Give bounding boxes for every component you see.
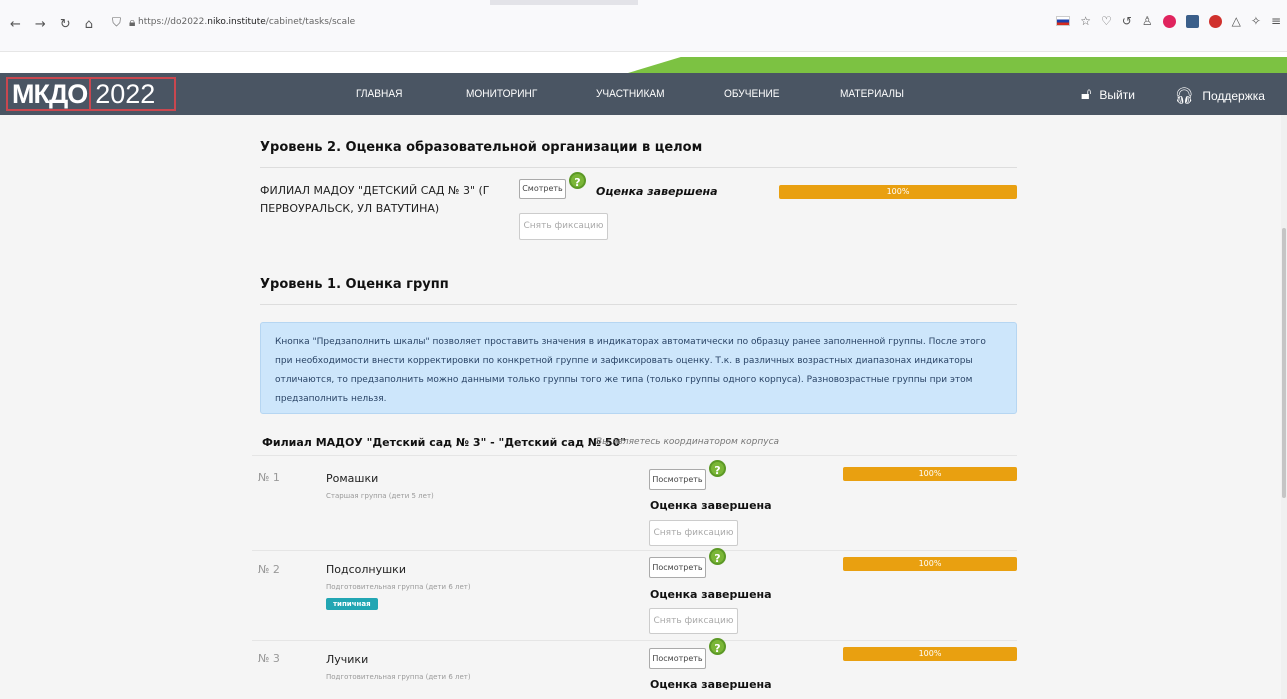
group-subtitle: Подготовительная группа (дети 6 лет) (326, 583, 471, 591)
unfix-group-button[interactable]: Снять фиксацию (649, 608, 738, 634)
view-group-button[interactable]: Посмотреть (649, 648, 706, 669)
home-icon[interactable]: ⌂ (85, 17, 93, 32)
divider (260, 167, 1017, 168)
pocket-icon[interactable]: ♡ (1101, 14, 1112, 28)
view-group-button[interactable]: Посмотреть (649, 557, 706, 578)
extensions-icon[interactable]: ✧ (1251, 14, 1261, 28)
url-domain: niko.institute (207, 17, 266, 27)
nav-monitoring[interactable]: МОНИТОРИНГ (466, 88, 537, 100)
unfix-org-button[interactable]: Снять фиксацию (519, 213, 608, 240)
logout-label: Выйти (1099, 88, 1135, 102)
browser-nav-buttons: ← → ↻ ⌂ (10, 17, 93, 32)
nav-participants[interactable]: УЧАСТНИКАМ (596, 88, 665, 100)
row-divider (252, 640, 1017, 641)
reload-icon[interactable]: ↻ (60, 17, 71, 32)
org-name: ФИЛИАЛ МАДОУ "ДЕТСКИЙ САД № 3" (Г ПЕРВОУ… (260, 184, 490, 215)
adblock-icon[interactable] (1208, 14, 1222, 28)
unfix-group-button[interactable]: Снять фиксацию (649, 520, 738, 546)
address-bar[interactable]: https://do2022.niko.institute/cabinet/ta… (138, 17, 355, 27)
org-status: Оценка завершена (596, 185, 718, 198)
group-status: Оценка завершена (650, 499, 772, 512)
browser-tab-strip (490, 0, 638, 5)
divider (260, 304, 1017, 305)
support-label: Поддержка (1202, 89, 1265, 103)
extension-red-icon[interactable] (1162, 14, 1176, 28)
group-progress-bar: 100% (843, 467, 1017, 481)
group-number: № 2 (258, 563, 280, 576)
scrollbar-thumb[interactable] (1282, 228, 1286, 498)
group-number: № 3 (258, 652, 280, 665)
russian-flag-icon[interactable] (1056, 16, 1071, 26)
support-link[interactable]: 🎧︎ Поддержка (1174, 86, 1265, 106)
browser-extension-icons: ☆ ♡ ↺ ♙ △ ✧ ≡ (1056, 14, 1281, 28)
shield-icon[interactable]: ⛉ (112, 15, 121, 30)
url-path: /cabinet/tasks/scale (265, 17, 356, 27)
main-navbar: МКДО 2022 ГЛАВНАЯ МОНИТОРИНГ УЧАСТНИКАМ О… (0, 73, 1287, 115)
security-icons: ⛉ 🔒︎ (112, 15, 135, 30)
nav-main[interactable]: ГЛАВНАЯ (356, 88, 402, 100)
site-logo[interactable]: МКДО 2022 (6, 77, 176, 111)
view-group-button[interactable]: Посмотреть (649, 469, 706, 490)
group-subtitle: Подготовительная группа (дети 6 лет) (326, 673, 471, 681)
view-org-button[interactable]: Смотреть (519, 179, 566, 199)
nav-training[interactable]: ОБУЧЕНИЕ (724, 88, 780, 100)
bookmark-star-icon[interactable]: ☆ (1080, 14, 1091, 28)
drive-icon[interactable]: △ (1232, 14, 1241, 28)
help-icon[interactable]: ? (709, 638, 726, 655)
group-status: Оценка завершена (650, 678, 772, 691)
group-number: № 1 (258, 471, 280, 484)
header-decoration (0, 52, 1287, 73)
headphones-icon: 🎧︎ (1174, 88, 1195, 105)
forward-icon[interactable]: → (35, 17, 46, 32)
help-icon[interactable]: ? (709, 460, 726, 477)
logo-text: МКДО (12, 79, 88, 109)
menu-icon[interactable]: ≡ (1271, 14, 1281, 28)
nav-materials[interactable]: МАТЕРИАЛЫ (840, 88, 904, 100)
group-subtitle: Старшая группа (дети 5 лет) (326, 492, 434, 500)
browser-toolbar: ← → ↻ ⌂ ⛉ 🔒︎ https://do2022.niko.institu… (0, 0, 1287, 52)
group-name: Ромашки (326, 472, 379, 485)
green-stripe (628, 57, 1287, 73)
group-status: Оценка завершена (650, 588, 772, 601)
lock-icon[interactable]: 🔒︎ (129, 15, 135, 30)
group-name: Подсолнушки (326, 563, 406, 576)
group-progress-bar: 100% (843, 647, 1017, 661)
back-icon[interactable]: ← (10, 17, 21, 32)
logout-link[interactable]: 🔓︎ Выйти (1081, 86, 1135, 104)
level1-title: Уровень 1. Оценка групп (260, 277, 449, 292)
unlock-icon: 🔓︎ (1081, 86, 1092, 103)
logo-year: 2022 (89, 79, 156, 109)
row-divider (252, 550, 1017, 551)
level2-title: Уровень 2. Оценка образовательной органи… (260, 140, 703, 155)
help-icon[interactable]: ? (569, 172, 586, 189)
org-progress-bar: 100% (779, 185, 1017, 199)
help-icon[interactable]: ? (709, 548, 726, 565)
group-name: Лучики (326, 653, 369, 666)
url-prefix: https://do2022. (138, 17, 208, 27)
branch-note: Вы являетесь координатором корпуса (596, 437, 780, 447)
account-icon[interactable]: ♙ (1142, 14, 1153, 28)
branch-title: Филиал МАДОУ "Детский сад № 3" - "Детски… (262, 436, 626, 449)
row-divider (252, 455, 1017, 456)
group-progress-bar: 100% (843, 557, 1017, 571)
typical-badge: типичная (326, 598, 378, 610)
info-alert: Кнопка "Предзаполнить шкалы" позволяет п… (260, 322, 1017, 414)
extension-blue-icon[interactable] (1185, 14, 1199, 28)
history-icon[interactable]: ↺ (1122, 14, 1132, 28)
